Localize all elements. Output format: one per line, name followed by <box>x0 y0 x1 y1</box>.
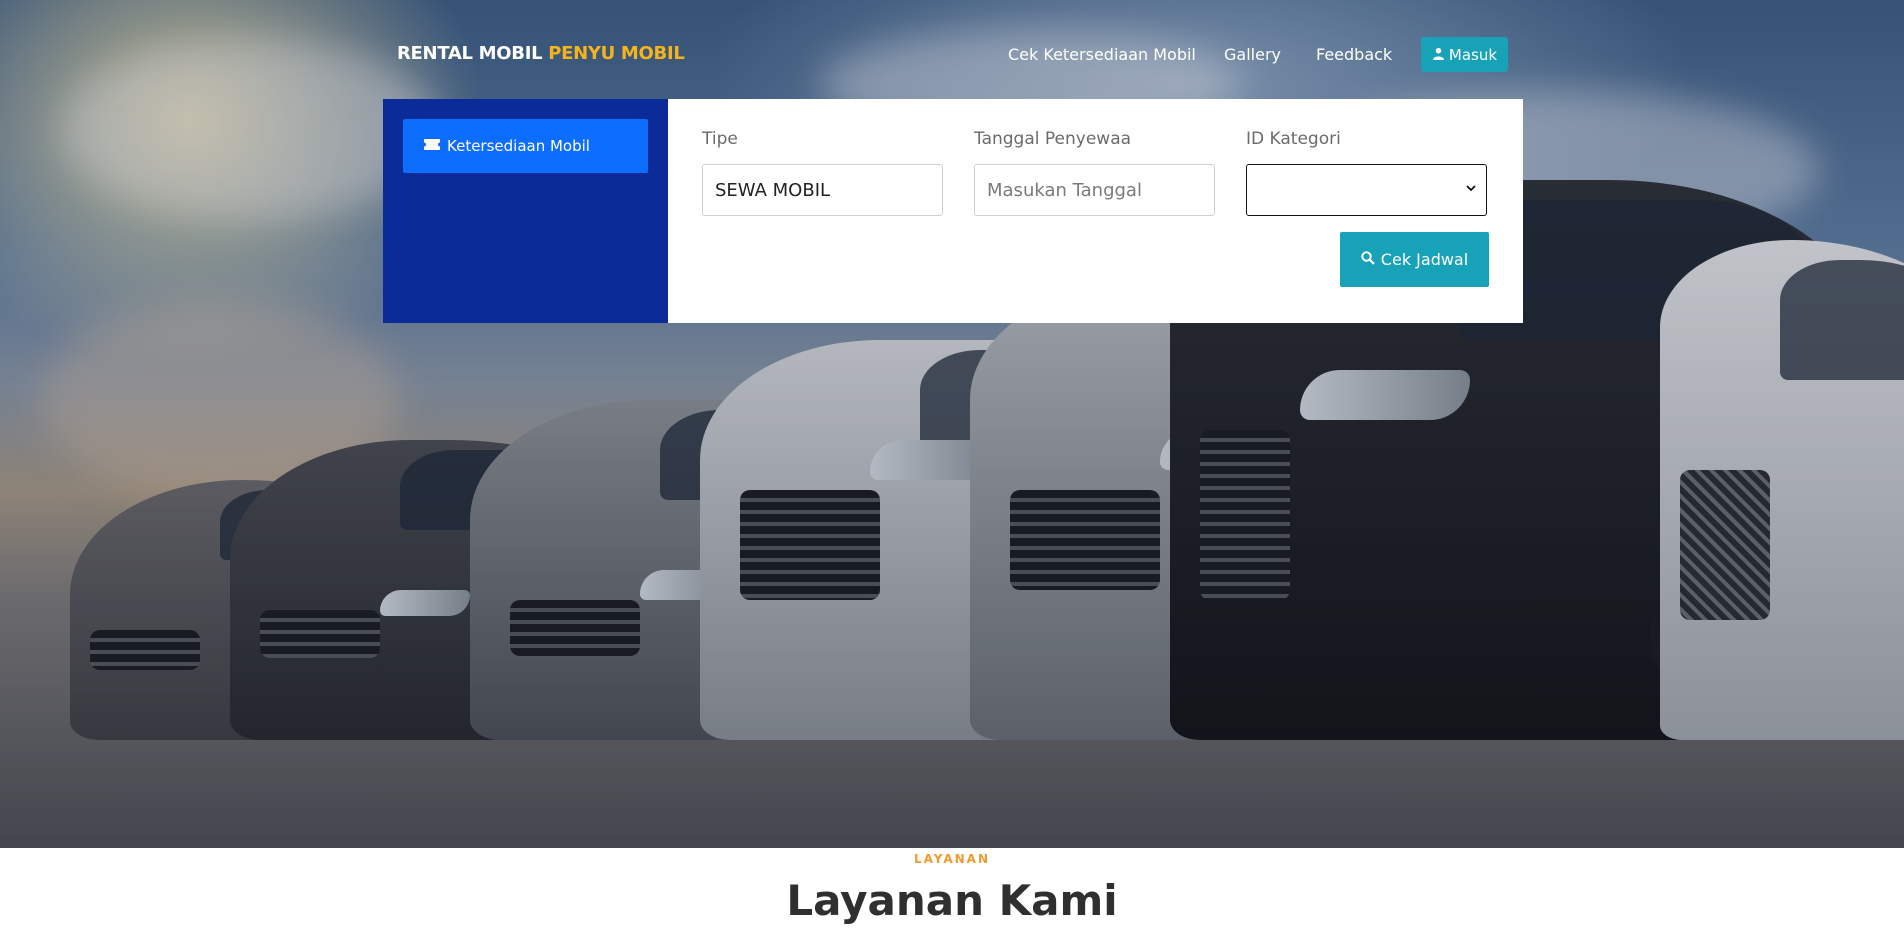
user-icon <box>1432 46 1445 64</box>
brand-logo[interactable]: RENTAL MOBIL PENYU MOBIL <box>397 43 685 64</box>
chevron-down-icon <box>1466 182 1476 197</box>
tab-ketersediaan-mobil[interactable]: Ketersediaan Mobil <box>403 119 648 173</box>
kategori-label: ID Kategori <box>1246 129 1341 149</box>
tipe-label: Tipe <box>702 129 738 149</box>
cek-jadwal-button[interactable]: Cek Jadwal <box>1340 232 1489 287</box>
login-label: Masuk <box>1448 45 1498 64</box>
brand-primary: RENTAL MOBIL <box>397 43 549 64</box>
nav-link-gallery[interactable]: Gallery <box>1224 45 1281 64</box>
nav-link-feedback[interactable]: Feedback <box>1316 45 1392 64</box>
navbar: RENTAL MOBIL PENYU MOBIL Cek Ketersediaa… <box>0 0 1904 100</box>
kategori-select[interactable] <box>1246 164 1487 216</box>
booking-card: Ketersediaan Mobil Tipe SEWA MOBIL Tangg… <box>383 99 1523 323</box>
nav-link-cek-ketersediaan[interactable]: Cek Ketersediaan Mobil <box>1008 45 1196 64</box>
tab-label: Ketersediaan Mobil <box>447 137 590 155</box>
services-kicker: LAYANAN <box>914 852 990 866</box>
login-button[interactable]: Masuk <box>1421 37 1508 72</box>
tanggal-label: Tanggal Penyewaa <box>974 129 1132 149</box>
tanggal-input[interactable]: Masukan Tanggal <box>974 164 1215 216</box>
brand-accent: PENYU MOBIL <box>548 43 685 64</box>
search-icon <box>1361 250 1375 269</box>
booking-form: Tipe SEWA MOBIL Tanggal Penyewaa Masukan… <box>668 99 1523 323</box>
services-title: Layanan Kami <box>786 876 1118 925</box>
booking-tab-panel: Ketersediaan Mobil <box>383 99 668 323</box>
ticket-icon <box>423 137 441 155</box>
tipe-input[interactable]: SEWA MOBIL <box>702 164 943 216</box>
cek-jadwal-label: Cek Jadwal <box>1380 250 1469 269</box>
